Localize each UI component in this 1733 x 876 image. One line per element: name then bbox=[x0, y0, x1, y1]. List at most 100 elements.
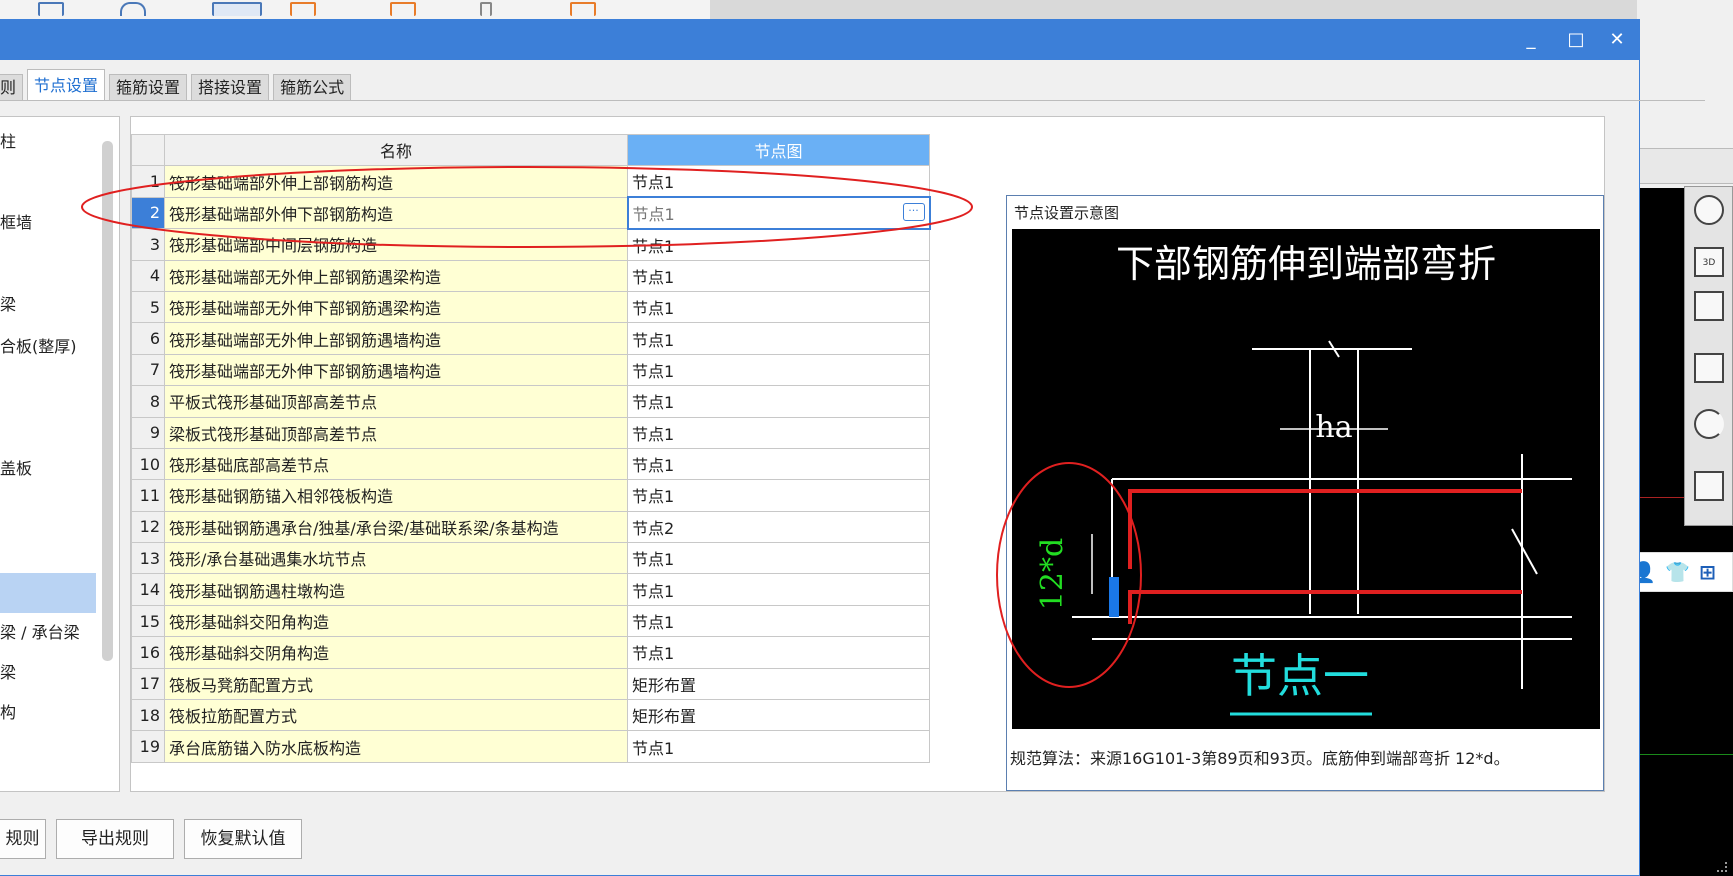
toolbar-icon[interactable] bbox=[290, 2, 316, 16]
row-name-cell[interactable]: 筏形基础端部外伸下部钢筋构造 bbox=[164, 196, 628, 230]
row-name-cell[interactable]: 筏板马凳筋配置方式 bbox=[164, 667, 628, 701]
list-item[interactable] bbox=[0, 409, 96, 449]
row-node-cell[interactable]: 节点1 bbox=[627, 290, 930, 324]
table-row[interactable]: 11 筏形基础钢筋锚入相邻筏板构造 节点1 bbox=[131, 479, 930, 512]
list-item-selected[interactable] bbox=[0, 573, 96, 613]
list-item[interactable]: 梁 bbox=[0, 285, 96, 325]
table-row[interactable]: 8 平板式筏形基础顶部高差节点 节点1 bbox=[131, 385, 930, 418]
table-row[interactable]: 15 筏形基础斜交阳角构造 节点1 bbox=[131, 604, 930, 638]
toolbar-icon[interactable] bbox=[390, 2, 416, 16]
toolbar-icon[interactable] bbox=[212, 2, 262, 16]
row-node-cell[interactable]: 节点1 bbox=[627, 353, 930, 387]
view-box-icon[interactable] bbox=[1694, 353, 1724, 383]
row-node-cell[interactable]: 节点1 bbox=[627, 228, 930, 261]
rotate-icon[interactable] bbox=[1694, 409, 1724, 439]
row-name-cell[interactable]: 筏形基础端部无外伸上部钢筋遇梁构造 bbox=[164, 259, 628, 292]
table-row[interactable]: 17 筏板马凳筋配置方式 矩形布置 bbox=[131, 667, 930, 701]
list-item[interactable] bbox=[0, 531, 96, 571]
toolbar-icon[interactable] bbox=[38, 2, 64, 16]
row-name-cell[interactable]: 筏形基础端部中间层钢筋构造 bbox=[164, 228, 628, 261]
table-row[interactable]: 7 筏形基础端部无外伸下部钢筋遇墙构造 节点1 bbox=[131, 353, 930, 387]
table-row[interactable]: 4 筏形基础端部无外伸上部钢筋遇梁构造 节点1 bbox=[131, 259, 930, 292]
table-row[interactable]: 12 筏形基础钢筋遇承台/独基/承台梁/基础联系梁/条基构造 节点2 bbox=[131, 510, 930, 544]
row-name-cell[interactable]: 筏形基础钢筋遇承台/独基/承台梁/基础联系梁/条基构造 bbox=[164, 510, 628, 544]
row-node-cell[interactable]: 节点1 bbox=[627, 636, 930, 669]
list-item[interactable]: 构 bbox=[0, 693, 96, 733]
row-name-cell[interactable]: 筏形基础端部无外伸下部钢筋遇梁构造 bbox=[164, 290, 628, 324]
table-row[interactable]: 1 筏形基础端部外伸上部钢筋构造 节点1 bbox=[131, 165, 930, 198]
row-name-cell[interactable]: 筏形基础端部无外伸上部钢筋遇墙构造 bbox=[164, 322, 628, 355]
table-row[interactable]: 5 筏形基础端部无外伸下部钢筋遇梁构造 节点1 bbox=[131, 290, 930, 324]
row-node-cell[interactable]: 节点1 bbox=[627, 385, 930, 418]
table-row[interactable]: 14 筏形基础钢筋遇柱墩构造 节点1 bbox=[131, 573, 930, 606]
row-name-cell[interactable]: 筏形基础底部高差节点 bbox=[164, 447, 628, 481]
orbit-icon[interactable] bbox=[1694, 195, 1724, 225]
list-item[interactable]: 梁 / 承台梁 bbox=[0, 613, 96, 653]
row-node-cell[interactable]: 矩形布置 bbox=[627, 667, 930, 701]
export-rules-button[interactable]: 导出规则 bbox=[56, 819, 174, 859]
import-rules-button[interactable]: 规则 bbox=[0, 819, 46, 859]
restore-defaults-button[interactable]: 恢复默认值 bbox=[184, 819, 302, 859]
table-row[interactable]: 2 筏形基础端部外伸下部钢筋构造 节点1 ··· bbox=[131, 196, 931, 230]
row-name-cell[interactable]: 平板式筏形基础顶部高差节点 bbox=[164, 385, 628, 418]
row-node-cell[interactable]: 节点1 bbox=[627, 573, 930, 606]
table-row[interactable]: 19 承台底筋锚入防水底板构造 节点1 bbox=[131, 730, 930, 763]
view-top-icon[interactable] bbox=[1694, 291, 1724, 321]
row-name-cell[interactable]: 筏形/承台基础遇集水坑节点 bbox=[164, 542, 628, 575]
list-item[interactable] bbox=[0, 166, 96, 206]
row-name-cell[interactable]: 筏形基础斜交阴角构造 bbox=[164, 636, 628, 669]
tab-stirrup-formula[interactable]: 箍筋公式 bbox=[273, 74, 352, 101]
list-item[interactable]: 盖板 bbox=[0, 449, 96, 489]
row-node-cell[interactable]: 节点2 bbox=[627, 510, 930, 544]
list-item[interactable] bbox=[0, 369, 96, 409]
table-row[interactable]: 16 筏形基础斜交阴角构造 节点1 bbox=[131, 636, 930, 669]
resize-grip[interactable] bbox=[1717, 862, 1727, 872]
tab-rules[interactable]: 则 bbox=[0, 74, 24, 101]
table-row[interactable]: 10 筏形基础底部高差节点 节点1 bbox=[131, 447, 930, 481]
grid-view-icon[interactable] bbox=[1694, 471, 1724, 501]
row-node-cell[interactable]: 节点1 bbox=[627, 730, 930, 763]
row-name-cell[interactable]: 筏形基础钢筋遇柱墩构造 bbox=[164, 573, 628, 606]
minimize-button[interactable]: _ bbox=[1518, 28, 1544, 52]
column-header-name[interactable]: 名称 bbox=[164, 133, 628, 167]
toolbar-icon[interactable] bbox=[570, 2, 596, 16]
list-item[interactable]: 合板(整厚) bbox=[0, 327, 96, 367]
row-name-cell[interactable]: 筏板拉筋配置方式 bbox=[164, 699, 628, 732]
maximize-button[interactable]: □ bbox=[1563, 28, 1589, 52]
tab-lap-settings[interactable]: 搭接设置 bbox=[191, 74, 270, 101]
list-item[interactable]: 柱 bbox=[0, 122, 96, 162]
row-node-cell[interactable]: 节点1 bbox=[627, 259, 930, 292]
ellipsis-button[interactable]: ··· bbox=[902, 203, 925, 222]
row-node-cell[interactable]: 节点1 bbox=[627, 479, 930, 512]
row-node-cell[interactable]: 矩形布置 bbox=[627, 699, 930, 732]
toolbar-icon[interactable] bbox=[120, 2, 146, 16]
row-name-cell[interactable]: 筏形基础端部无外伸下部钢筋遇墙构造 bbox=[164, 353, 628, 387]
toolbar-icon[interactable] bbox=[480, 2, 492, 16]
ime-menu-icon[interactable]: ⊞ bbox=[1699, 560, 1716, 584]
row-node-cell[interactable]: 节点1 ··· bbox=[626, 196, 931, 230]
table-row[interactable]: 6 筏形基础端部无外伸上部钢筋遇墙构造 节点1 bbox=[131, 322, 930, 355]
table-row[interactable]: 3 筏形基础端部中间层钢筋构造 节点1 bbox=[131, 228, 930, 261]
row-name-cell[interactable]: 梁板式筏形基础顶部高差节点 bbox=[164, 416, 628, 449]
row-name-cell[interactable]: 筏形基础端部外伸上部钢筋构造 bbox=[164, 165, 628, 198]
row-node-cell[interactable]: 节点1 bbox=[627, 322, 930, 355]
list-item[interactable] bbox=[0, 245, 96, 285]
view-3d-icon[interactable]: 3D bbox=[1694, 247, 1724, 277]
column-header-node[interactable]: 节点图 bbox=[627, 133, 930, 167]
list-item[interactable]: 框墙 bbox=[0, 203, 96, 243]
list-item[interactable] bbox=[0, 491, 96, 531]
list-scrollbar[interactable] bbox=[102, 141, 113, 661]
close-button[interactable]: ✕ bbox=[1604, 28, 1630, 52]
tab-stirrup-settings[interactable]: 箍筋设置 bbox=[109, 74, 188, 101]
row-node-cell[interactable]: 节点1 bbox=[627, 542, 930, 575]
row-name-cell[interactable]: 承台底筋锚入防水底板构造 bbox=[164, 730, 628, 763]
row-node-cell[interactable]: 节点1 bbox=[627, 416, 930, 449]
row-name-cell[interactable]: 筏形基础斜交阳角构造 bbox=[164, 604, 628, 638]
ime-skin-icon[interactable]: 👕 bbox=[1665, 560, 1690, 584]
row-node-cell[interactable]: 节点1 bbox=[627, 604, 930, 638]
table-row[interactable]: 9 梁板式筏形基础顶部高差节点 节点1 bbox=[131, 416, 930, 449]
table-row[interactable]: 18 筏板拉筋配置方式 矩形布置 bbox=[131, 699, 930, 732]
tab-node-settings[interactable]: 节点设置 bbox=[27, 69, 106, 101]
row-node-cell[interactable]: 节点1 bbox=[627, 165, 930, 198]
row-node-cell[interactable]: 节点1 bbox=[627, 447, 930, 481]
